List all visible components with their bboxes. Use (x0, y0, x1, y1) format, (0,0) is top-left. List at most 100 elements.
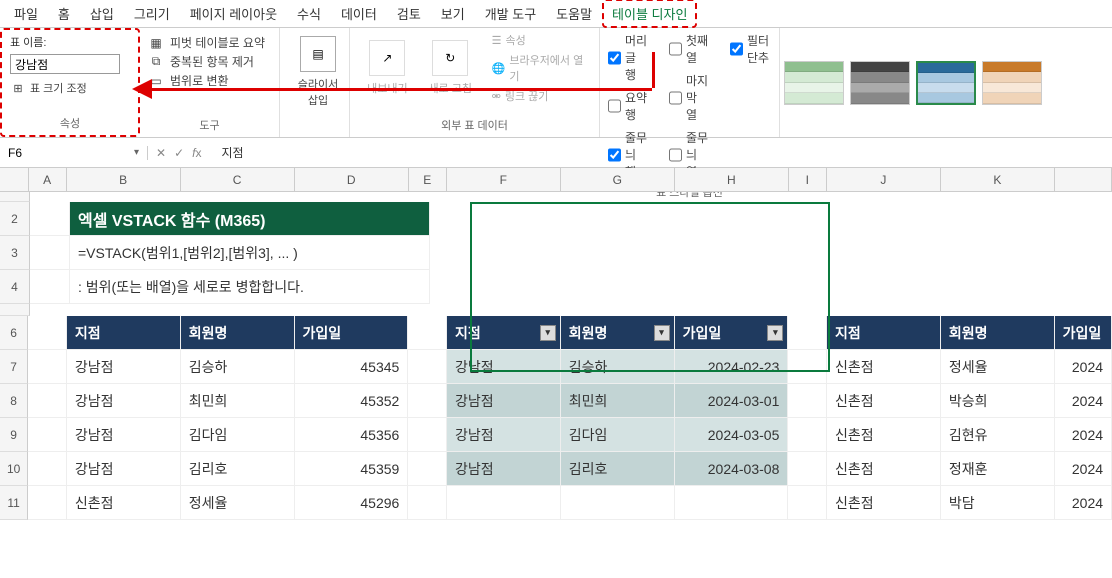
cell-J6[interactable]: 지점 (827, 316, 941, 350)
last-col-checkbox[interactable]: 마지막 열 (669, 72, 710, 123)
table-name-input[interactable] (10, 54, 120, 74)
menu-draw[interactable]: 그리기 (124, 0, 180, 27)
cell-A7[interactable] (28, 350, 67, 384)
cell-C11[interactable]: 정세율 (181, 486, 295, 520)
select-all-corner[interactable] (0, 168, 29, 191)
refresh-button[interactable]: ↻ 새로 고침 (421, 32, 480, 104)
cell-L7[interactable]: 2024 (1055, 350, 1112, 384)
row-header-3[interactable]: 3 (0, 236, 30, 270)
style-swatch-4[interactable] (982, 61, 1042, 105)
first-col-checkbox[interactable]: 첫째 열 (669, 32, 710, 66)
menu-page-layout[interactable]: 페이지 레이아웃 (180, 0, 287, 27)
cell-F8[interactable]: 강남점 (447, 384, 561, 418)
cell-B7[interactable]: 강남점 (67, 350, 181, 384)
cell-B3[interactable]: =VSTACK(범위1,[범위2],[범위3], ... ) (70, 236, 430, 270)
cell-B10[interactable]: 강남점 (67, 452, 181, 486)
row-header-7[interactable]: 7 (0, 350, 28, 384)
cell-I8[interactable] (788, 384, 827, 418)
menu-insert[interactable]: 삽입 (80, 0, 124, 27)
style-swatch-2[interactable] (850, 61, 910, 105)
cell-H9[interactable]: 2024-03-05 (675, 418, 789, 452)
cell-A4[interactable] (30, 270, 70, 304)
cell-A2[interactable] (30, 202, 70, 236)
cell-A6[interactable] (28, 316, 67, 350)
cell-I10[interactable] (788, 452, 827, 486)
cell-L10[interactable]: 2024 (1055, 452, 1112, 486)
accept-formula-icon[interactable]: ✓ (174, 146, 184, 160)
cell-E11[interactable] (408, 486, 447, 520)
cell-D9[interactable]: 45356 (295, 418, 409, 452)
cell-F9[interactable]: 강남점 (447, 418, 561, 452)
cell-A3[interactable] (30, 236, 70, 270)
cell-C8[interactable]: 최민희 (181, 384, 295, 418)
cell-G11[interactable] (561, 486, 675, 520)
cell-H11[interactable] (675, 486, 789, 520)
col-header-L[interactable] (1055, 168, 1112, 191)
menu-help[interactable]: 도움말 (546, 0, 602, 27)
cell-F7[interactable]: 강남점 (447, 350, 561, 384)
cell-K6[interactable]: 회원명 (941, 316, 1055, 350)
cell-E6[interactable] (408, 316, 447, 350)
cell-G7[interactable]: 김승하 (561, 350, 675, 384)
cell-G9[interactable]: 김다임 (561, 418, 675, 452)
col-header-K[interactable]: K (941, 168, 1055, 191)
filter-F[interactable]: ▾ (540, 325, 556, 341)
cell-K9[interactable]: 김현유 (941, 418, 1055, 452)
cell-K8[interactable]: 박승희 (941, 384, 1055, 418)
cell-A9[interactable] (28, 418, 67, 452)
cell-B11[interactable]: 신촌점 (67, 486, 181, 520)
insert-slicer-button[interactable]: ▤ 슬라이서 삽입 (288, 32, 348, 112)
row-header-1[interactable] (0, 192, 30, 202)
filter-G[interactable]: ▾ (654, 325, 670, 341)
cell-K7[interactable]: 정세율 (941, 350, 1055, 384)
convert-to-range-button[interactable]: ▭ 범위로 변환 (148, 72, 271, 89)
row-header-8[interactable]: 8 (0, 384, 28, 418)
cell-B4[interactable]: : 범위(또는 배열)을 세로로 병합합니다. (70, 270, 430, 304)
cell-L11[interactable]: 2024 (1055, 486, 1112, 520)
col-header-G[interactable]: G (561, 168, 675, 191)
export-button[interactable]: ↗ 내보내기 (358, 32, 417, 104)
row-header-6[interactable]: 6 (0, 316, 28, 350)
remove-duplicates-button[interactable]: ⧉ 중복된 항목 제거 (148, 53, 271, 70)
col-header-E[interactable]: E (409, 168, 447, 191)
cell-J8[interactable]: 신촌점 (827, 384, 941, 418)
menu-review[interactable]: 검토 (387, 0, 431, 27)
style-swatch-3[interactable] (916, 61, 976, 105)
cell-I11[interactable] (788, 486, 827, 520)
cancel-formula-icon[interactable]: ✕ (156, 146, 166, 160)
row-header-2[interactable]: 2 (0, 202, 30, 236)
cell-D6[interactable]: 가입일 (295, 316, 409, 350)
formula-text[interactable]: 지점 (209, 144, 255, 161)
cell-H10[interactable]: 2024-03-08 (675, 452, 789, 486)
col-header-C[interactable]: C (181, 168, 295, 191)
menu-developer[interactable]: 개발 도구 (475, 0, 546, 27)
cell-J11[interactable]: 신촌점 (827, 486, 941, 520)
cell-G8[interactable]: 최민희 (561, 384, 675, 418)
name-box-dropdown-icon[interactable]: ▾ (134, 147, 139, 158)
col-header-J[interactable]: J (827, 168, 941, 191)
cell-B2-title[interactable]: 엑셀 VSTACK 함수 (M365) (70, 202, 430, 236)
cell-L6[interactable]: 가입일 (1055, 316, 1112, 350)
cell-K10[interactable]: 정재훈 (941, 452, 1055, 486)
col-header-D[interactable]: D (295, 168, 409, 191)
table-styles-gallery[interactable] (780, 28, 1112, 137)
cell-B6[interactable]: 지점 (67, 316, 181, 350)
cell-E9[interactable] (408, 418, 447, 452)
cell-F10[interactable]: 강남점 (447, 452, 561, 486)
cell-J10[interactable]: 신촌점 (827, 452, 941, 486)
cell-L8[interactable]: 2024 (1055, 384, 1112, 418)
cell-H7[interactable]: 2024-02-23 (675, 350, 789, 384)
resize-table-button[interactable]: ⊞ 표 크기 조정 (10, 80, 130, 96)
col-header-F[interactable]: F (447, 168, 561, 191)
filter-H[interactable]: ▾ (767, 325, 783, 341)
cell-C10[interactable]: 김리호 (181, 452, 295, 486)
cell-B9[interactable]: 강남점 (67, 418, 181, 452)
cell-C7[interactable]: 김승하 (181, 350, 295, 384)
col-header-I[interactable]: I (789, 168, 827, 191)
cell-E10[interactable] (408, 452, 447, 486)
cell-I9[interactable] (788, 418, 827, 452)
cell-J7[interactable]: 신촌점 (827, 350, 941, 384)
cell-L9[interactable]: 2024 (1055, 418, 1112, 452)
cell-J9[interactable]: 신촌점 (827, 418, 941, 452)
row-header-11[interactable]: 11 (0, 486, 28, 520)
